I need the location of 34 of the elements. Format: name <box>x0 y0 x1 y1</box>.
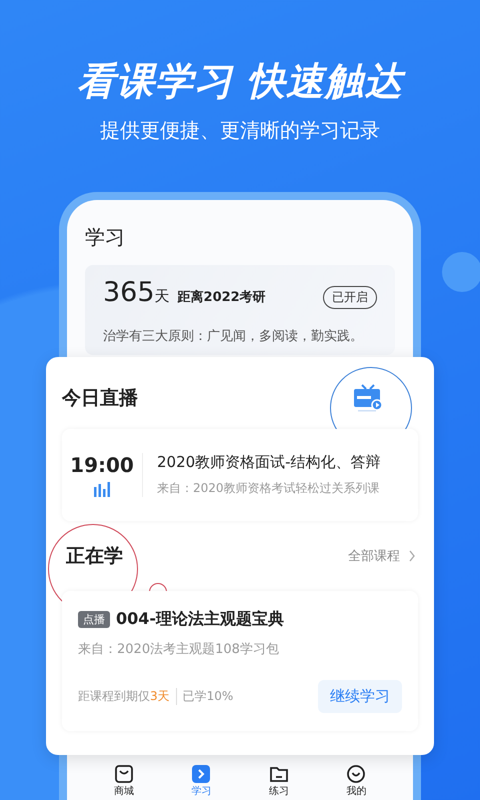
course-title: 004-理论法主观题宝典 <box>116 609 284 630</box>
course-source: 来自：2020法考主观题108学习包 <box>78 641 280 658</box>
tab-item[interactable]: 商城 <box>114 764 134 798</box>
status-button[interactable]: 已开启 <box>323 286 377 309</box>
smile-icon <box>346 764 366 784</box>
headline: 看课学习 快速触达 <box>76 56 404 107</box>
course-card[interactable]: 点播 004-理论法主观题宝典 来自：2020法考主观题108学习包 距课程到期仅3天 已学10% 继续学习 <box>62 591 418 731</box>
chevron-icon <box>408 550 416 562</box>
tab-item[interactable]: 我的 <box>346 764 366 798</box>
chevron-icon <box>191 764 212 784</box>
section-title: 正在学 <box>66 544 123 569</box>
motto-text: 治学有三大原则：广见闻，多阅读，勤实践。 <box>103 328 364 345</box>
decor-circle <box>442 252 480 292</box>
all-courses-link[interactable]: 全部课程 <box>348 547 416 565</box>
subtitle: 提供更便捷、更清晰的学习记录 <box>100 117 380 144</box>
live-title: 2020教师资格面试-结构化、答辩 <box>157 453 381 472</box>
tab-item[interactable]: 学习 <box>191 764 212 798</box>
screen-title: 学习 <box>85 224 126 251</box>
live-card[interactable]: 19:00 2020教师资格面试-结构化、答辩 来自：2020教师资格考试轻松过关系列课 <box>62 429 418 521</box>
live-time: 19:00 <box>70 453 134 477</box>
course-tag: 点播 <box>78 611 110 628</box>
tab-item[interactable]: 练习 <box>268 764 289 798</box>
folder-icon <box>268 764 289 784</box>
days-unit: 天 <box>154 287 170 306</box>
signal-bars-icon <box>93 481 111 497</box>
section-title: 今日直播 <box>62 386 138 411</box>
live-tv-icon <box>352 383 384 413</box>
exam-target: 距离2022考研 <box>178 288 266 306</box>
bag-icon <box>114 764 134 784</box>
days-count: 365 <box>103 277 155 308</box>
expiry-text: 距课程到期仅3天 <box>78 688 177 705</box>
progress-text: 已学10% <box>182 688 234 705</box>
live-source: 来自：2020教师资格考试轻松过关系列课 <box>157 480 381 497</box>
continue-button[interactable]: 继续学习 <box>318 680 402 713</box>
